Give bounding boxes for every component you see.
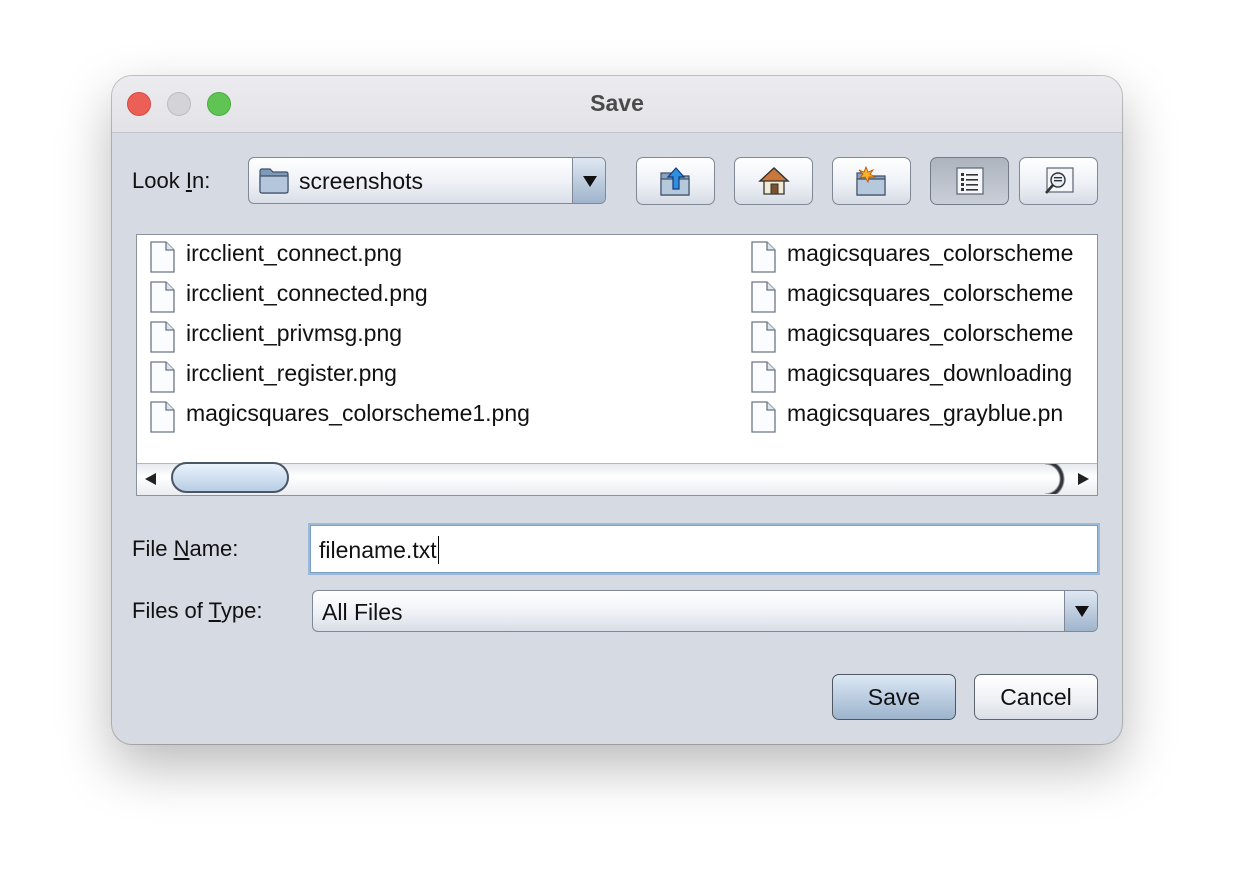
scroll-track-end [1045,464,1065,494]
document-icon [749,281,777,313]
look-in-label-post: n: [191,168,211,193]
file-name-value: filename.txt [319,536,439,564]
file-type-label-post: ype: [220,598,263,623]
file-name: magicsquares_colorscheme [787,320,1074,346]
list-view-button[interactable] [930,157,1009,205]
text-caret [437,536,439,564]
details-view-icon [1044,167,1074,194]
document-icon [749,241,777,273]
folder-icon [259,168,289,194]
document-icon [749,361,777,393]
file-name-mnemonic: N [173,536,190,561]
scroll-left-arrow-icon[interactable] [137,464,167,494]
cancel-button[interactable]: Cancel [974,674,1098,720]
home-icon [757,167,790,195]
new-folder-button[interactable] [832,157,911,205]
file-name: ircclient_connect.png [186,240,403,266]
look-in-value: screenshots [299,168,424,194]
file-type-combo[interactable]: All Files [312,590,1098,632]
file-list[interactable]: ircclient_connect.png ircclient_connecte… [136,234,1098,496]
look-in-label-pre: Look [132,168,186,193]
window-title: Save [590,90,644,116]
file-name-label: File Name: [132,536,238,562]
file-name: ircclient_privmsg.png [186,320,403,346]
file-type-value: All Files [322,599,403,625]
file-name: magicsquares_colorscheme [787,240,1074,266]
file-name: ircclient_connected.png [186,280,428,306]
scroll-right-arrow-icon[interactable] [1067,464,1097,494]
look-in-combo[interactable]: screenshots [248,157,606,204]
home-button[interactable] [734,157,813,205]
up-one-level-button[interactable] [636,157,715,205]
document-icon [148,241,176,273]
file-name: magicsquares_downloading [787,360,1073,386]
save-button[interactable]: Save [832,674,956,720]
chevron-down-icon[interactable] [1064,591,1097,631]
look-in-label: Look In: [132,168,210,194]
file-name-label-post: ame: [189,536,239,561]
document-icon [148,321,176,353]
new-folder-icon [855,165,886,196]
file-name-text: filename.txt [319,537,437,563]
document-icon [749,401,777,433]
horizontal-scrollbar[interactable] [137,462,1097,495]
save-dialog: Save Look In: screenshots ircclient_conn… [112,76,1122,744]
document-icon [749,321,777,353]
file-name-label-pre: File [132,536,174,561]
folder-up-icon [659,167,690,196]
document-icon [148,281,176,313]
chevron-down-icon[interactable] [572,158,605,203]
list-view-icon [955,167,984,195]
file-type-mnemonic: T [208,598,221,623]
file-type-label: Files of Type: [132,598,262,624]
document-icon [148,401,176,433]
details-view-button[interactable] [1019,157,1098,205]
file-name-field[interactable]: filename.txt [310,525,1098,573]
document-icon [148,361,176,393]
file-name: magicsquares_colorscheme [787,280,1074,306]
title-bar: Save [112,76,1122,133]
file-type-label-pre: Files of [132,598,209,623]
file-name: ircclient_register.png [186,360,397,386]
file-name: magicsquares_grayblue.pn [787,400,1064,426]
scrollbar-thumb[interactable] [171,462,289,493]
file-name: magicsquares_colorscheme1.png [186,400,530,426]
